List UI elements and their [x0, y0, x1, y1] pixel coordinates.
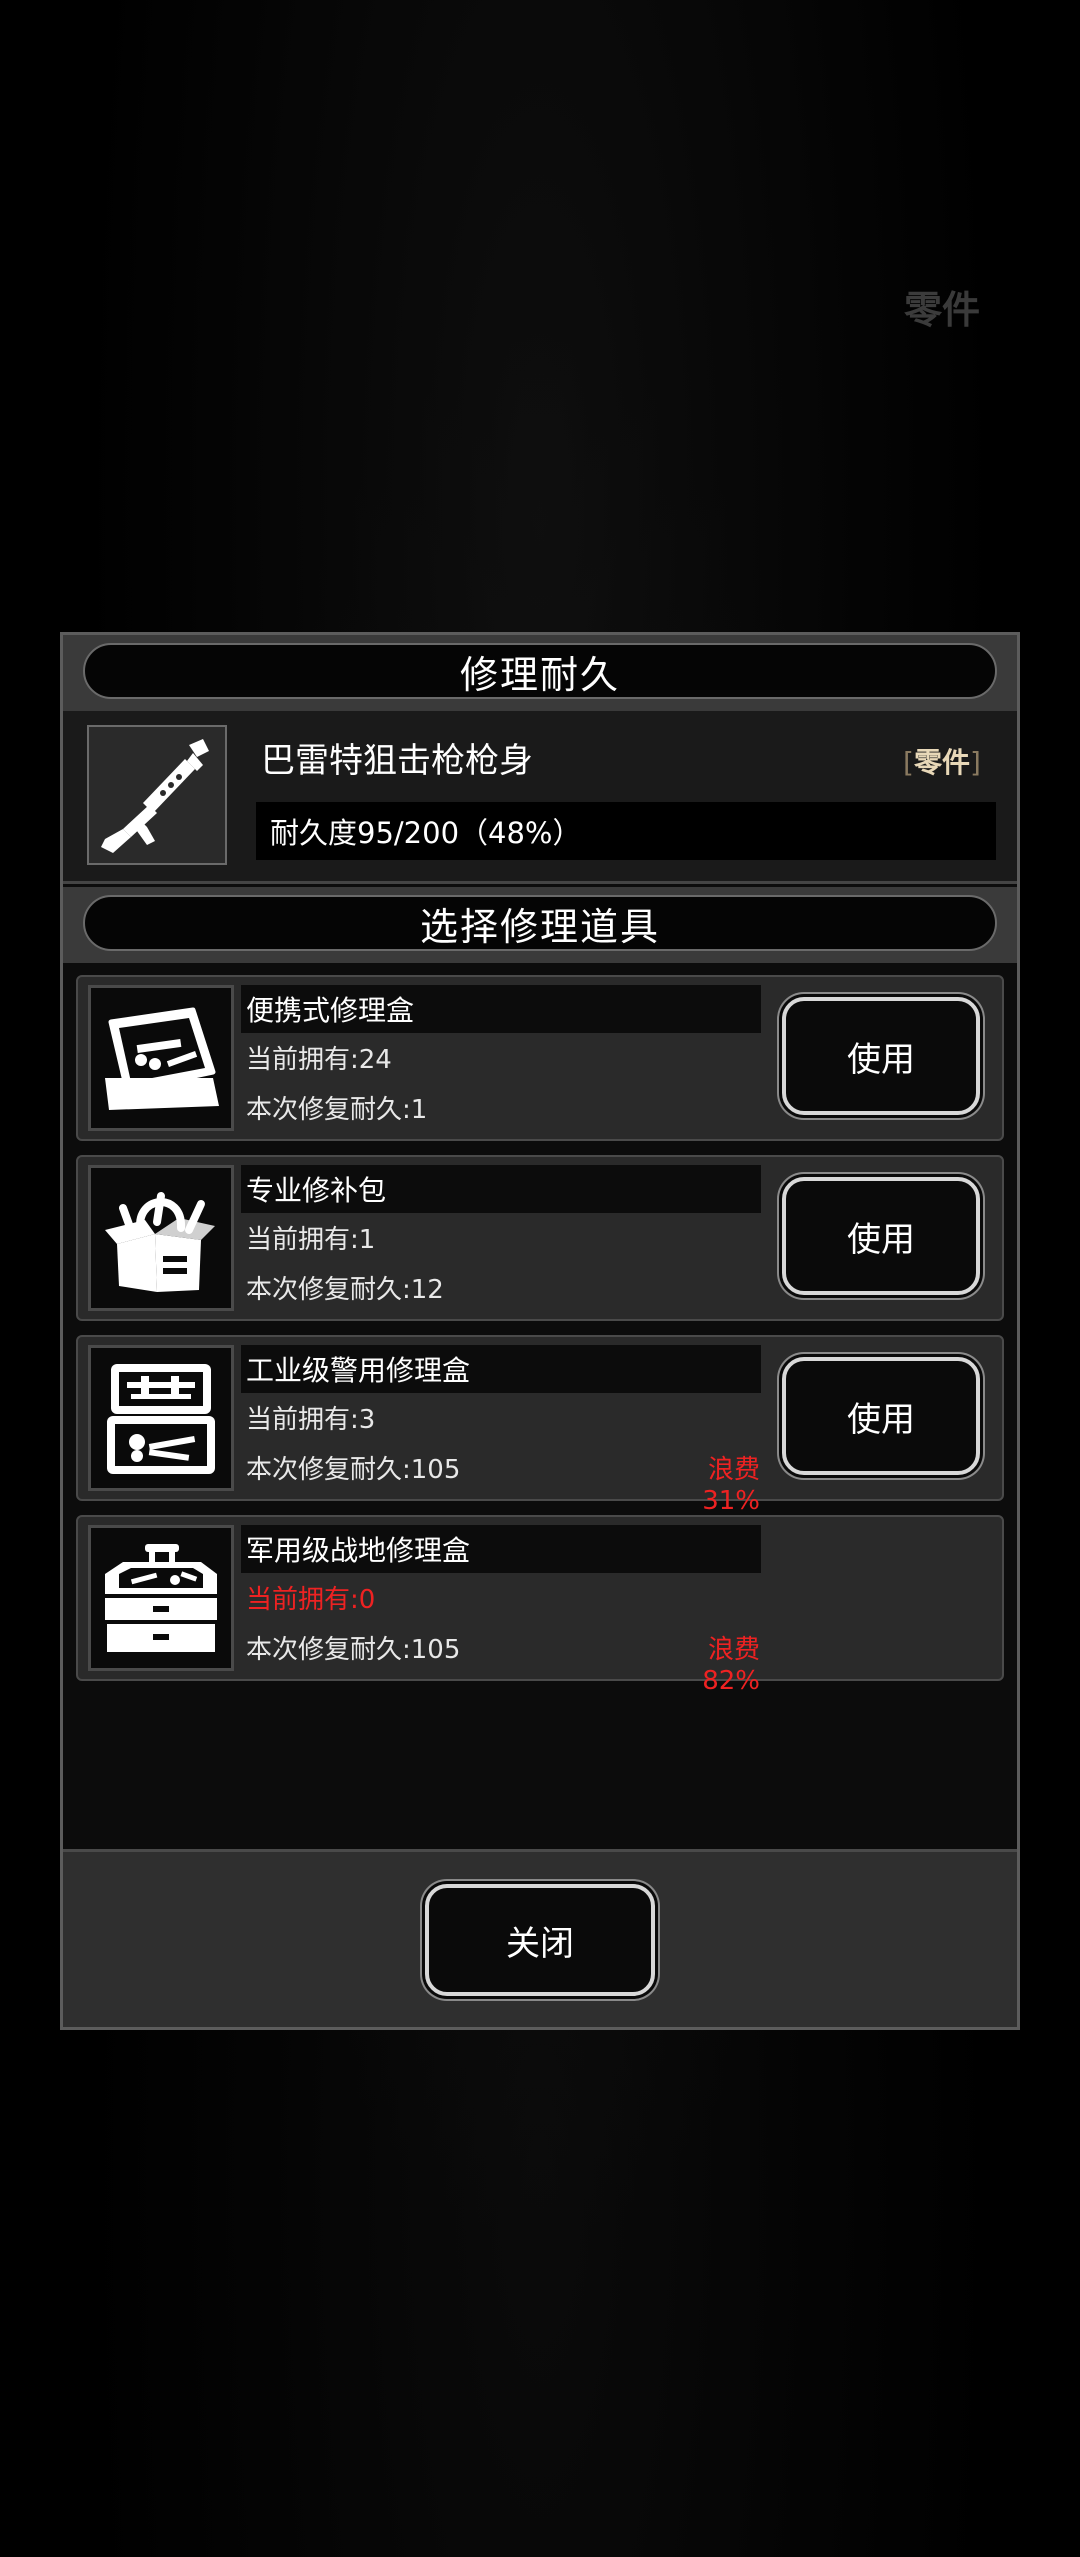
tool-card: 便携式修理盒 当前拥有:24 本次修复耐久:1 使用 — [76, 975, 1004, 1141]
repair-dialog: 修理耐久 巴雷特狙击枪枪身 [零件] 耐久度95/200（48%） 选择修理道具… — [60, 632, 1020, 2030]
durability-readout: 耐久度95/200（48%） — [256, 802, 996, 860]
rifle-body-icon — [87, 725, 227, 865]
tool-name: 便携式修理盒 — [246, 994, 415, 1027]
tool-owned-count: 当前拥有:1 — [246, 1225, 376, 1255]
close-button[interactable]: 关闭 — [425, 1884, 655, 1996]
tool-repair-amount: 本次修复耐久:105 — [246, 1455, 461, 1485]
tool-card: 专业修补包 当前拥有:1 本次修复耐久:12 使用 — [76, 1155, 1004, 1321]
dialog-title-bar: 修理耐久 — [63, 635, 1017, 711]
durability-text: 耐久度95/200（48%） — [270, 816, 582, 850]
item-tag-close: ] — [969, 746, 981, 779]
tool-waste-warning: 浪费82% — [702, 1635, 760, 1696]
section-title-bar: 选择修理道具 — [63, 887, 1017, 963]
tool-card: 工业级警用修理盒 当前拥有:3 本次修复耐久:105 浪费31% 使用 — [76, 1335, 1004, 1516]
item-tag-open: [ — [903, 746, 914, 779]
tool-waste-warning: 浪费31% — [702, 1455, 760, 1516]
military-toolbox-icon — [88, 1525, 234, 1671]
professional-repair-kit-icon — [88, 1165, 234, 1311]
use-button[interactable]: 使用 — [782, 1177, 980, 1295]
dialog-title: 修理耐久 — [83, 643, 997, 699]
tool-owned-count: 当前拥有:24 — [246, 1045, 392, 1075]
item-tag: [零件] — [903, 741, 981, 781]
tool-name: 军用级战地修理盒 — [246, 1534, 471, 1567]
section-title: 选择修理道具 — [83, 895, 997, 951]
background-part-tag: 零件 — [903, 288, 980, 332]
tool-name: 工业级警用修理盒 — [246, 1354, 471, 1387]
tool-owned-count: 当前拥有:3 — [246, 1405, 376, 1435]
use-button[interactable]: 使用 — [782, 997, 980, 1115]
item-info-row: 巴雷特狙击枪枪身 [零件] 耐久度95/200（48%） — [63, 711, 1017, 884]
item-tag-text: 零件 — [913, 746, 970, 779]
dialog-footer: 关闭 — [63, 1849, 1017, 2027]
portable-repair-box-icon — [88, 985, 234, 1131]
tool-repair-amount: 本次修复耐久:1 — [246, 1095, 428, 1125]
industrial-repair-case-icon — [88, 1345, 234, 1491]
item-name: 巴雷特狙击枪枪身 — [261, 741, 533, 781]
tool-card: 军用级战地修理盒 当前拥有:0 本次修复耐久:105 浪费82% — [76, 1515, 1004, 1696]
tool-name: 专业修补包 — [246, 1174, 387, 1207]
tool-repair-amount: 本次修复耐久:12 — [246, 1275, 444, 1305]
tool-repair-amount: 本次修复耐久:105 — [246, 1635, 461, 1665]
tool-owned-count: 当前拥有:0 — [246, 1585, 376, 1615]
use-button[interactable]: 使用 — [782, 1357, 980, 1475]
